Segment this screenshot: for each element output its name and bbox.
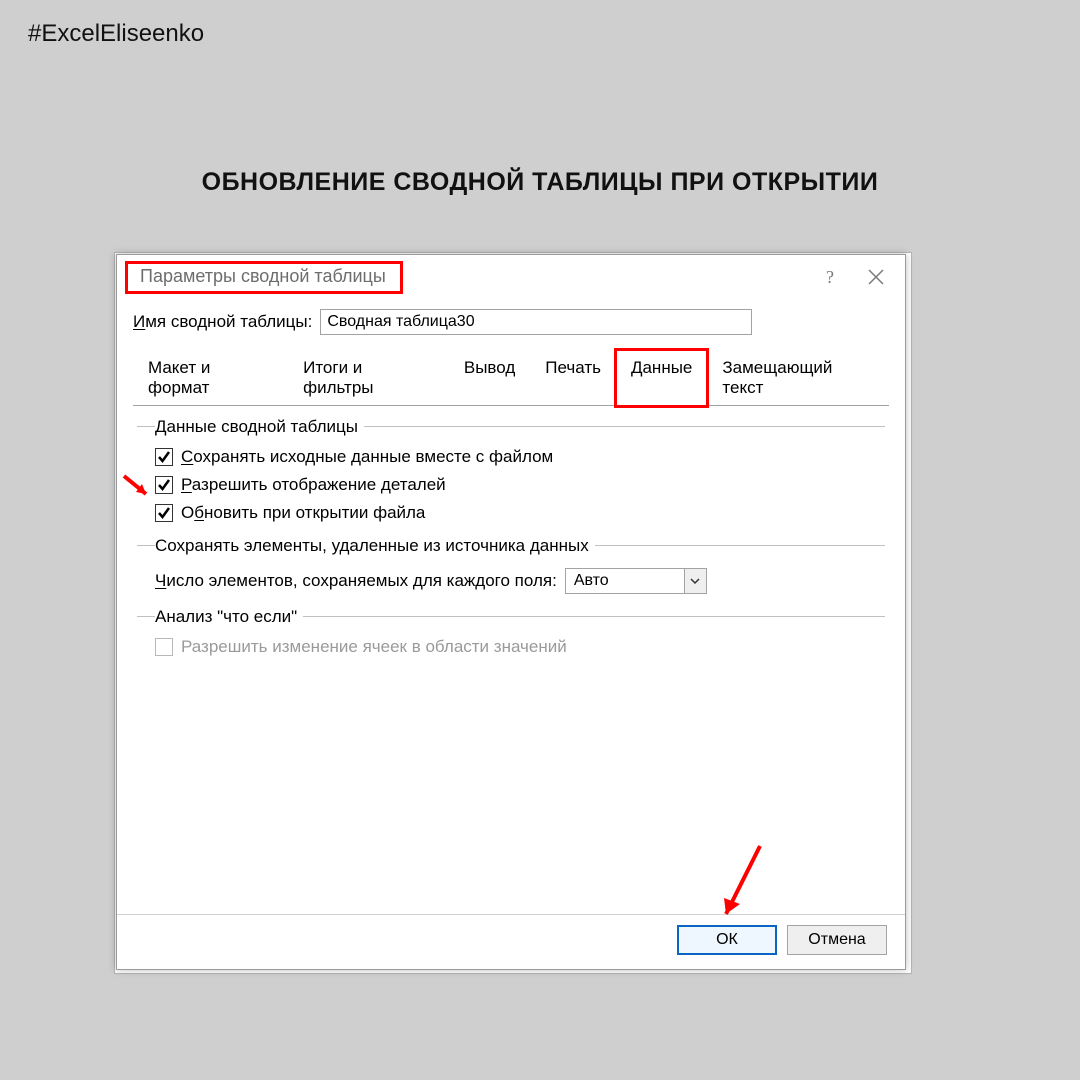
checkmark-icon	[157, 450, 171, 464]
help-icon: ?	[826, 267, 834, 288]
checkbox-refresh-on-open[interactable]: Обновить при открытии файла	[155, 499, 885, 527]
tab-layout-format[interactable]: Макет и формат	[133, 350, 288, 406]
section-pivot-data: Данные сводной таблицы Сохранять исходны…	[137, 426, 885, 531]
close-icon	[868, 269, 884, 285]
retain-count-select[interactable]: Авто	[565, 568, 707, 594]
checkbox-enable-show-details[interactable]: Разрешить отображение деталей	[155, 471, 885, 499]
page-hashtag: #ExcelEliseenko	[28, 20, 204, 48]
dialog-title: Параметры сводной таблицы	[134, 262, 392, 290]
retain-count-label: Число элементов, сохраняемых для каждого…	[155, 571, 557, 591]
tab-body-data: Данные сводной таблицы Сохранять исходны…	[117, 406, 905, 914]
chevron-down-icon	[690, 576, 700, 586]
checkmark-icon	[157, 478, 171, 492]
title-highlight-annotation: Параметры сводной таблицы	[125, 261, 403, 294]
cancel-button[interactable]: Отмена	[787, 925, 887, 955]
close-button[interactable]	[853, 257, 899, 297]
section-whatif: Анализ "что если" Разрешить изменение яч…	[137, 616, 885, 665]
section-pivot-data-legend: Данные сводной таблицы	[155, 417, 364, 437]
pivot-name-input[interactable]	[320, 309, 752, 335]
pivot-name-label: Имя сводной таблицы:	[133, 312, 312, 332]
checkbox-label: Сохранять исходные данные вместе с файло…	[181, 447, 553, 467]
checkbox-label: Разрешить изменение ячеек в области знач…	[181, 637, 567, 657]
tab-totals-filters[interactable]: Итоги и фильтры	[288, 350, 449, 406]
dialog-footer: ОК Отмена	[117, 914, 905, 969]
help-button[interactable]: ?	[807, 257, 853, 297]
dropdown-button[interactable]	[684, 569, 706, 593]
checkbox-enable-cell-editing: Разрешить изменение ячеек в области знач…	[155, 633, 885, 661]
tab-display[interactable]: Вывод	[449, 350, 530, 406]
checkbox-label: Разрешить отображение деталей	[181, 475, 446, 495]
checkmark-icon	[157, 506, 171, 520]
tab-alt-text[interactable]: Замещающий текст	[707, 350, 889, 406]
page-heading: ОБНОВЛЕНИЕ СВОДНОЙ ТАБЛИЦЫ ПРИ ОТКРЫТИИ	[0, 168, 1080, 197]
ok-button[interactable]: ОК	[677, 925, 777, 955]
checkbox-label: Обновить при открытии файла	[181, 503, 425, 523]
pivot-options-dialog: Параметры сводной таблицы ? Имя сводной …	[116, 254, 906, 970]
checkbox-save-source-data[interactable]: Сохранять исходные данные вместе с файло…	[155, 443, 885, 471]
select-value: Авто	[566, 572, 684, 590]
section-retain-items: Сохранять элементы, удаленные из источни…	[137, 545, 885, 602]
tab-print[interactable]: Печать	[530, 350, 616, 406]
dialog-titlebar: Параметры сводной таблицы ?	[117, 255, 905, 299]
dialog-tabs: Макет и формат Итоги и фильтры Вывод Печ…	[133, 349, 889, 406]
tab-data[interactable]: Данные	[616, 350, 707, 406]
section-retain-legend: Сохранять элементы, удаленные из источни…	[155, 536, 595, 556]
section-whatif-legend: Анализ "что если"	[155, 607, 303, 627]
